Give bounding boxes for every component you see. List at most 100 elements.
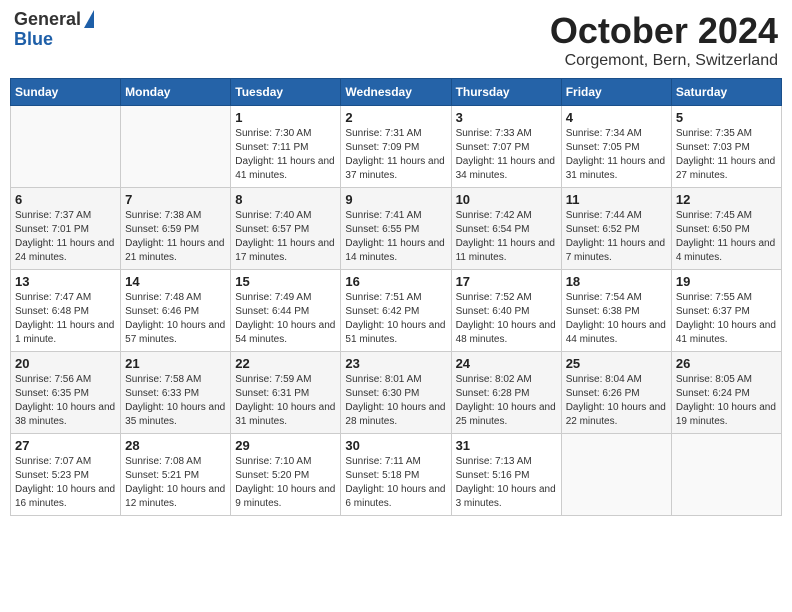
- calendar-cell: 23Sunrise: 8:01 AM Sunset: 6:30 PM Dayli…: [341, 352, 451, 434]
- calendar-cell: 31 Sunrise: 7:13 AM Sunset: 5:16 PM Dayli…: [451, 434, 561, 516]
- day-number: 13: [15, 274, 116, 289]
- calendar-table: SundayMondayTuesdayWednesdayThursdayFrid…: [10, 78, 782, 516]
- day-number: 21: [125, 356, 226, 371]
- day-info: Sunrise: 7:59 AM Sunset: 6:31 PM Dayligh…: [235, 373, 336, 429]
- calendar-cell: 2 Sunrise: 7:31 AM Sunset: 7:09 PM Daylig…: [341, 106, 451, 188]
- day-number: 8: [235, 192, 336, 207]
- weekday-header-sunday: Sunday: [11, 79, 121, 106]
- calendar-cell: [671, 434, 781, 516]
- weekday-header-friday: Friday: [561, 79, 671, 106]
- calendar-cell: 9 Sunrise: 7:41 AM Sunset: 6:55 PM Daylig…: [341, 188, 451, 270]
- day-info: Sunrise: 7:51 AM Sunset: 6:42 PM Dayligh…: [345, 291, 446, 347]
- day-info: Sunrise: 7:45 AM Sunset: 6:50 PM Dayligh…: [676, 209, 777, 265]
- calendar-cell: 24 Sunrise: 8:02 AM Sunset: 6:28 PM Dayli…: [451, 352, 561, 434]
- calendar-cell: 21 Sunrise: 7:58 AM Sunset: 6:33 PM Dayli…: [121, 352, 231, 434]
- day-info: Sunrise: 8:04 AM Sunset: 6:26 PM Dayligh…: [566, 373, 667, 429]
- day-info: Sunrise: 7:58 AM Sunset: 6:33 PM Dayligh…: [125, 373, 226, 429]
- calendar-cell: [11, 106, 121, 188]
- day-number: 9: [345, 192, 446, 207]
- day-info: Sunrise: 7:07 AM Sunset: 5:23 PM Dayligh…: [15, 455, 116, 511]
- day-info: Sunrise: 7:11 AM Sunset: 5:18 PM Dayligh…: [345, 455, 446, 511]
- day-number: 22: [235, 356, 336, 371]
- calendar-week-3: 13 Sunrise: 7:47 AM Sunset: 6:48 PM Dayli…: [11, 270, 782, 352]
- weekday-header-monday: Monday: [121, 79, 231, 106]
- day-info: Sunrise: 7:13 AM Sunset: 5:16 PM Dayligh…: [456, 455, 557, 511]
- day-info: Sunrise: 7:33 AM Sunset: 7:07 PM Dayligh…: [456, 127, 557, 183]
- day-info: Sunrise: 7:47 AM Sunset: 6:48 PM Dayligh…: [15, 291, 116, 347]
- calendar-cell: 20 Sunrise: 7:56 AM Sunset: 6:35 PM Dayli…: [11, 352, 121, 434]
- day-number: 10: [456, 192, 557, 207]
- day-info: Sunrise: 7:42 AM Sunset: 6:54 PM Dayligh…: [456, 209, 557, 265]
- calendar-cell: 25 Sunrise: 8:04 AM Sunset: 6:26 PM Dayli…: [561, 352, 671, 434]
- calendar-cell: 19 Sunrise: 7:55 AM Sunset: 6:37 PM Dayli…: [671, 270, 781, 352]
- day-info: Sunrise: 7:31 AM Sunset: 7:09 PM Dayligh…: [345, 127, 446, 183]
- day-number: 11: [566, 192, 667, 207]
- day-info: Sunrise: 7:44 AM Sunset: 6:52 PM Dayligh…: [566, 209, 667, 265]
- calendar-cell: 5 Sunrise: 7:35 AM Sunset: 7:03 PM Daylig…: [671, 106, 781, 188]
- day-info: Sunrise: 7:41 AM Sunset: 6:55 PM Dayligh…: [345, 209, 446, 265]
- day-info: Sunrise: 8:05 AM Sunset: 6:24 PM Dayligh…: [676, 373, 777, 429]
- day-number: 27: [15, 438, 116, 453]
- calendar-week-4: 20 Sunrise: 7:56 AM Sunset: 6:35 PM Dayli…: [11, 352, 782, 434]
- logo-general: General: [14, 10, 81, 30]
- day-number: 28: [125, 438, 226, 453]
- day-number: 19: [676, 274, 777, 289]
- calendar-cell: 10 Sunrise: 7:42 AM Sunset: 6:54 PM Dayli…: [451, 188, 561, 270]
- day-info: Sunrise: 7:40 AM Sunset: 6:57 PM Dayligh…: [235, 209, 336, 265]
- weekday-row: SundayMondayTuesdayWednesdayThursdayFrid…: [11, 79, 782, 106]
- calendar-header: SundayMondayTuesdayWednesdayThursdayFrid…: [11, 79, 782, 106]
- calendar-cell: 12Sunrise: 7:45 AM Sunset: 6:50 PM Dayli…: [671, 188, 781, 270]
- day-info: Sunrise: 7:54 AM Sunset: 6:38 PM Dayligh…: [566, 291, 667, 347]
- calendar-cell: 15 Sunrise: 7:49 AM Sunset: 6:44 PM Dayli…: [231, 270, 341, 352]
- day-info: Sunrise: 7:38 AM Sunset: 6:59 PM Dayligh…: [125, 209, 226, 265]
- day-info: Sunrise: 7:49 AM Sunset: 6:44 PM Dayligh…: [235, 291, 336, 347]
- title-section: October 2024 Corgemont, Bern, Switzerlan…: [550, 10, 778, 70]
- calendar-cell: 14Sunrise: 7:48 AM Sunset: 6:46 PM Dayli…: [121, 270, 231, 352]
- day-number: 17: [456, 274, 557, 289]
- day-number: 25: [566, 356, 667, 371]
- page-header: General Blue October 2024 Corgemont, Ber…: [10, 10, 782, 70]
- calendar-cell: 8 Sunrise: 7:40 AM Sunset: 6:57 PM Daylig…: [231, 188, 341, 270]
- day-number: 31: [456, 438, 557, 453]
- calendar-cell: 29 Sunrise: 7:10 AM Sunset: 5:20 PM Dayli…: [231, 434, 341, 516]
- day-number: 3: [456, 110, 557, 125]
- calendar-cell: 1Sunrise: 7:30 AM Sunset: 7:11 PM Daylig…: [231, 106, 341, 188]
- day-number: 18: [566, 274, 667, 289]
- day-number: 29: [235, 438, 336, 453]
- day-info: Sunrise: 8:02 AM Sunset: 6:28 PM Dayligh…: [456, 373, 557, 429]
- day-info: Sunrise: 7:55 AM Sunset: 6:37 PM Dayligh…: [676, 291, 777, 347]
- day-info: Sunrise: 7:08 AM Sunset: 5:21 PM Dayligh…: [125, 455, 226, 511]
- calendar-week-1: 1Sunrise: 7:30 AM Sunset: 7:11 PM Daylig…: [11, 106, 782, 188]
- day-info: Sunrise: 7:37 AM Sunset: 7:01 PM Dayligh…: [15, 209, 116, 265]
- day-number: 16: [345, 274, 446, 289]
- calendar-cell: 26Sunrise: 8:05 AM Sunset: 6:24 PM Dayli…: [671, 352, 781, 434]
- day-number: 2: [345, 110, 446, 125]
- day-number: 5: [676, 110, 777, 125]
- day-info: Sunrise: 7:35 AM Sunset: 7:03 PM Dayligh…: [676, 127, 777, 183]
- calendar-cell: 3 Sunrise: 7:33 AM Sunset: 7:07 PM Daylig…: [451, 106, 561, 188]
- logo-triangle-icon: [84, 10, 94, 28]
- day-info: Sunrise: 7:34 AM Sunset: 7:05 PM Dayligh…: [566, 127, 667, 183]
- weekday-header-saturday: Saturday: [671, 79, 781, 106]
- day-info: Sunrise: 7:56 AM Sunset: 6:35 PM Dayligh…: [15, 373, 116, 429]
- logo: General Blue: [14, 10, 94, 50]
- day-number: 15: [235, 274, 336, 289]
- weekday-header-thursday: Thursday: [451, 79, 561, 106]
- location: Corgemont, Bern, Switzerland: [550, 52, 778, 70]
- weekday-header-wednesday: Wednesday: [341, 79, 451, 106]
- calendar-cell: 11 Sunrise: 7:44 AM Sunset: 6:52 PM Dayli…: [561, 188, 671, 270]
- calendar-cell: 30 Sunrise: 7:11 AM Sunset: 5:18 PM Dayli…: [341, 434, 451, 516]
- day-info: Sunrise: 8:01 AM Sunset: 6:30 PM Dayligh…: [345, 373, 446, 429]
- day-info: Sunrise: 7:10 AM Sunset: 5:20 PM Dayligh…: [235, 455, 336, 511]
- day-number: 24: [456, 356, 557, 371]
- calendar-cell: 16 Sunrise: 7:51 AM Sunset: 6:42 PM Dayli…: [341, 270, 451, 352]
- logo-text: General Blue: [14, 10, 94, 50]
- calendar-week-2: 6Sunrise: 7:37 AM Sunset: 7:01 PM Daylig…: [11, 188, 782, 270]
- day-info: Sunrise: 7:30 AM Sunset: 7:11 PM Dayligh…: [235, 127, 336, 183]
- day-number: 30: [345, 438, 446, 453]
- calendar-cell: 22 Sunrise: 7:59 AM Sunset: 6:31 PM Dayli…: [231, 352, 341, 434]
- day-number: 20: [15, 356, 116, 371]
- calendar-week-5: 27 Sunrise: 7:07 AM Sunset: 5:23 PM Dayli…: [11, 434, 782, 516]
- calendar-cell: 13 Sunrise: 7:47 AM Sunset: 6:48 PM Dayli…: [11, 270, 121, 352]
- calendar-cell: 6Sunrise: 7:37 AM Sunset: 7:01 PM Daylig…: [11, 188, 121, 270]
